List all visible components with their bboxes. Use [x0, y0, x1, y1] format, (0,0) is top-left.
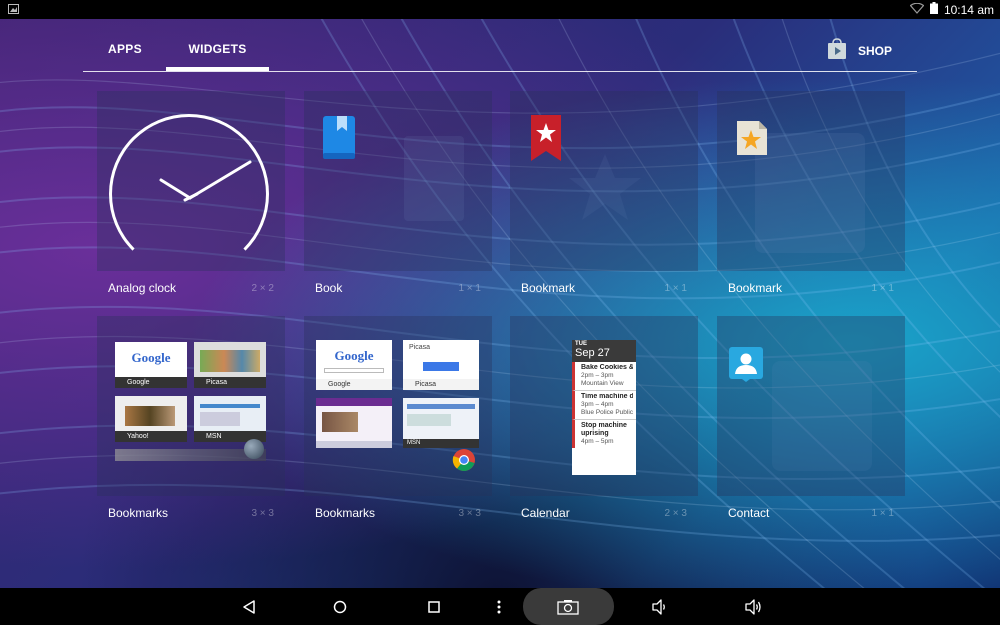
widget-bookmark[interactable]: Bookmark 1 × 1 — [510, 91, 698, 316]
volume-down-icon[interactable] — [639, 588, 679, 625]
bookmark-star-icon — [735, 119, 769, 162]
widget-preview — [304, 91, 492, 271]
calendar-event: Stop machine uprising 4pm – 5pm — [572, 420, 636, 448]
widget-preview — [717, 91, 905, 271]
widget-size: 1 × 1 — [871, 508, 894, 519]
home-icon[interactable] — [320, 588, 360, 625]
globe-icon — [244, 439, 264, 459]
widget-preview: Google Google Picasa Yahoo! MSN — [97, 316, 285, 496]
widget-size: 1 × 1 — [871, 283, 894, 294]
widget-analog-clock[interactable]: Analog clock 2 × 2 — [97, 91, 285, 316]
widget-label: Calendar — [521, 506, 570, 520]
widget-preview: Google Google Picasa Picasa MSN — [304, 316, 492, 496]
bookmark-tile-msn: MSN — [194, 396, 266, 442]
battery-icon — [929, 2, 938, 17]
volume-up-icon[interactable] — [733, 588, 773, 625]
clock-hands — [159, 160, 252, 202]
widget-preview — [97, 91, 285, 274]
bookmark-tile-google: Google Google — [316, 340, 392, 390]
bookmark-tile-yahoo: Yahoo! — [115, 396, 187, 442]
contact-icon — [728, 346, 764, 387]
widget-size: 2 × 3 — [664, 508, 687, 519]
widget-size: 2 × 2 — [251, 283, 274, 294]
widget-preview — [717, 316, 905, 496]
calendar-event: Time machine demo for Sergey 3pm – 4pm B… — [572, 391, 636, 420]
widget-contact[interactable]: Contact 1 × 1 — [717, 316, 905, 541]
play-store-icon — [826, 38, 848, 63]
status-time: 10:14 am — [943, 2, 994, 17]
screenshot-icon[interactable] — [548, 588, 588, 625]
tile-caption: Picasa — [403, 379, 479, 390]
widget-calendar[interactable]: TUE Sep 27 Bake Cookies & Make Ice Cream… — [510, 316, 698, 541]
tab-bar: APPS WIDGETS SHOP — [83, 19, 917, 73]
widget-preview — [510, 91, 698, 271]
widget-label: Bookmark — [521, 281, 576, 295]
recents-icon[interactable] — [414, 588, 454, 625]
widget-book[interactable]: Book 1 × 1 — [304, 91, 492, 316]
bookmark-tile-msn: MSN — [403, 398, 479, 448]
widget-label: Book — [315, 281, 343, 295]
widget-label: Bookmarks — [315, 506, 376, 520]
widget-size: 1 × 1 — [458, 283, 481, 294]
widget-label: Analog clock — [108, 281, 177, 295]
widget-bookmark-shortcut[interactable]: Bookmark 1 × 1 — [717, 91, 905, 316]
widget-bookmarks[interactable]: Google Google Picasa Yahoo! MSN Bookmark… — [97, 316, 285, 541]
widget-label: Bookmark — [728, 281, 783, 295]
menu-dots-icon[interactable] — [479, 588, 519, 625]
widget-bookmarks-2[interactable]: Google Google Picasa Picasa MSN Bookmark… — [304, 316, 492, 541]
google-logo: Google — [131, 350, 171, 365]
bookmark-tile-picasa: Picasa Picasa — [403, 340, 479, 390]
chrome-icon — [452, 448, 476, 477]
bookmark-tile-google: Google Google — [115, 342, 187, 388]
navigation-bar — [0, 588, 1000, 625]
widget-size: 3 × 3 — [458, 508, 481, 519]
widget-size: 3 × 3 — [251, 508, 274, 519]
google-logo: Google — [334, 348, 374, 363]
tab-divider — [83, 71, 917, 72]
image-notification-icon — [8, 3, 19, 17]
widget-label: Contact — [728, 506, 770, 520]
bookmark-tile-yahoo — [316, 398, 392, 448]
tile-caption: Google — [316, 379, 392, 390]
calendar-date: Sep 27 — [575, 347, 610, 359]
shop-button[interactable]: SHOP — [826, 38, 892, 63]
tile-caption: Yahoo! — [115, 431, 187, 442]
tile-caption: Picasa — [194, 377, 266, 388]
wifi-icon — [909, 2, 925, 17]
bookmark-ribbon-icon — [529, 115, 563, 166]
calendar-event: Bake Cookies & Make Ice Cream 2pm – 3pm … — [572, 362, 636, 391]
shop-label: SHOP — [857, 43, 892, 58]
back-icon[interactable] — [229, 588, 269, 625]
widget-preview: TUE Sep 27 Bake Cookies & Make Ice Cream… — [510, 316, 698, 496]
book-icon — [321, 115, 357, 166]
calendar-preview: TUE Sep 27 Bake Cookies & Make Ice Cream… — [572, 340, 636, 475]
bookmark-tile-picasa: Picasa — [194, 342, 266, 388]
widget-label: Bookmarks — [108, 506, 169, 520]
tile-caption: Google — [115, 377, 187, 388]
widget-size: 1 × 1 — [664, 283, 687, 294]
tab-apps[interactable]: APPS — [108, 19, 142, 71]
tab-widgets[interactable]: WIDGETS — [166, 19, 269, 71]
status-bar: 10:14 am — [0, 0, 1000, 19]
